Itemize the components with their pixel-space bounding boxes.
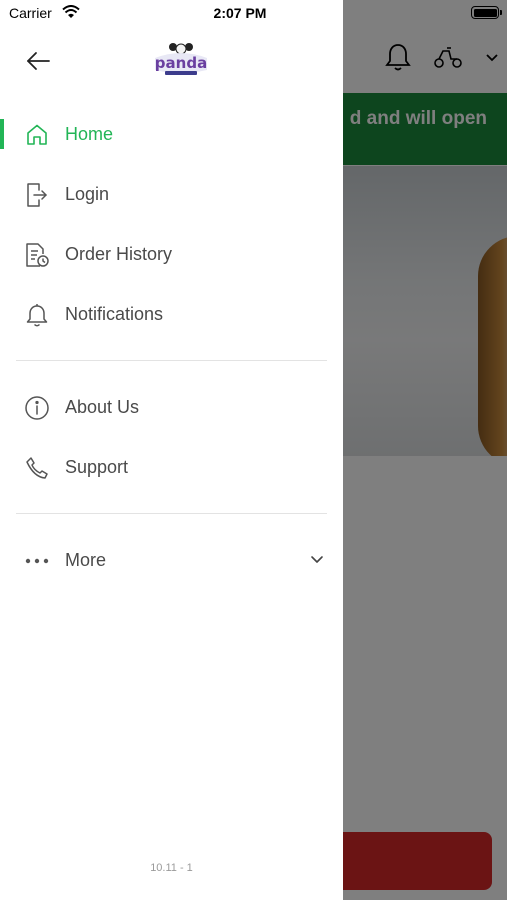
menu-item-notifications[interactable]: Notifications (0, 284, 343, 344)
bell-icon (23, 302, 51, 328)
menu-item-login[interactable]: Login (0, 164, 343, 224)
back-button[interactable] (18, 48, 58, 78)
info-icon (23, 395, 51, 421)
app-version: 10.11 - 1 (150, 862, 193, 874)
side-drawer: panda Home Login Order History Notificat… (0, 0, 343, 900)
clock: 2:07 PM (213, 5, 267, 21)
menu-item-label: Login (65, 184, 110, 204)
panda-logo: panda (151, 40, 211, 80)
menu-item-label: About Us (65, 397, 140, 417)
svg-text:panda: panda (155, 54, 207, 72)
battery-icon (471, 6, 502, 19)
menu-item-label: Support (65, 457, 129, 477)
menu-item-more[interactable]: More (0, 530, 343, 590)
chevron-down-icon[interactable] (310, 552, 324, 570)
menu-item-order-history[interactable]: Order History (0, 224, 343, 284)
ellipsis-icon (23, 548, 51, 574)
menu-item-about-us[interactable]: About Us (0, 377, 343, 437)
drawer-header: panda (0, 30, 343, 96)
menu-item-label: Order History (65, 244, 173, 264)
arrow-left-icon (25, 51, 51, 76)
login-icon (23, 182, 51, 208)
menu-item-home[interactable]: Home (0, 104, 343, 164)
drawer-menu: Home Login Order History Notifications A… (0, 104, 343, 590)
menu-item-label: More (65, 550, 107, 570)
menu-item-support[interactable]: Support (0, 437, 343, 497)
order-history-icon (23, 242, 51, 268)
menu-item-label: Notifications (65, 304, 164, 324)
phone-icon (23, 455, 51, 481)
menu-item-label: Home (65, 124, 114, 144)
home-icon (23, 122, 51, 148)
status-bar: Carrier 2:07 PM (0, 0, 507, 28)
